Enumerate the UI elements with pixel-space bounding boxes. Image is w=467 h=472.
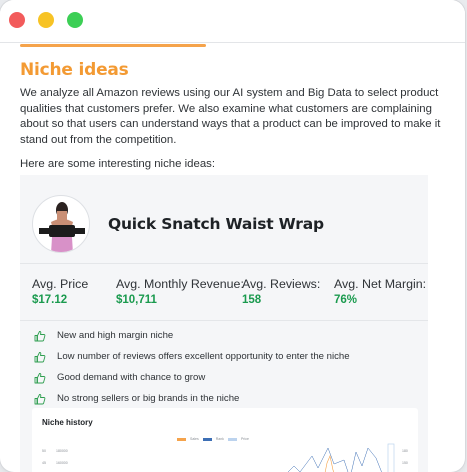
title-bar [0,0,465,42]
list-item: Good demand with chance to grow [34,367,424,388]
stat-value: 158 [242,294,262,306]
stat-label: Avg. Net Margin: [334,277,427,291]
product-photo-waist-wrap [32,195,90,253]
highlight-text: No strong sellers or big brands in the n… [57,393,240,404]
product-name[interactable]: Quick Snatch Waist Wrap [108,215,324,233]
stat-avg-price: Avg. Price $17.12 [32,277,88,306]
waist-wrap-image-icon [39,202,85,252]
niche-history-chart: Niche history Sales Rank Price 50 180000… [32,408,418,472]
thumbs-up-icon [34,393,46,404]
highlight-text: New and high margin niche [57,330,174,341]
intro-paragraph: We analyze all Amazon reviews using our … [20,87,441,146]
niche-ideas-section: Niche ideas We analyze all Amazon review… [20,60,450,170]
stat-value: $10,711 [116,294,157,306]
stat-avg-net-margin: Avg. Net Margin: 76% [334,277,426,306]
highlight-text: Good demand with chance to grow [57,372,206,383]
close-window-button[interactable] [9,12,25,28]
card-divider [20,320,428,321]
stat-value: 76% [334,294,358,306]
card-divider [20,263,428,264]
section-title: Niche ideas [20,60,129,80]
thumbs-up-icon [34,372,46,383]
list-item: Low number of reviews offers excellent o… [34,346,424,367]
title-bar-divider [0,42,465,43]
highlight-text: Low number of reviews offers excellent o… [57,351,350,362]
rank-series-line [287,447,382,472]
stat-value: $17.12 [32,294,68,306]
minimize-window-button[interactable] [38,12,54,28]
niche-highlights-list: New and high margin niche Low number of … [34,325,424,409]
list-item: No strong sellers or big brands in the n… [34,388,424,409]
section-accent-line [20,44,206,47]
stat-avg-reviews: Avg. Reviews: 158 [242,277,320,306]
stat-avg-monthly-revenue: Avg. Monthly Revenue: $10,711 [116,277,244,306]
stat-label: Avg. Price [32,277,89,291]
price-series-bar [387,443,395,472]
niche-card: Quick Snatch Waist Wrap Avg. Price $17.1… [20,175,428,472]
subintro-paragraph: Here are some interesting niche ideas: [20,158,216,170]
thumbs-up-icon [34,351,46,362]
thumbs-up-icon [34,330,46,341]
list-item: New and high margin niche [34,325,424,346]
stat-label: Avg. Reviews: [242,277,321,291]
app-window: Niche ideas We analyze all Amazon review… [0,0,465,472]
chart-plot-area [287,443,395,472]
stat-label: Avg. Monthly Revenue: [116,277,244,291]
maximize-window-button[interactable] [67,12,83,28]
